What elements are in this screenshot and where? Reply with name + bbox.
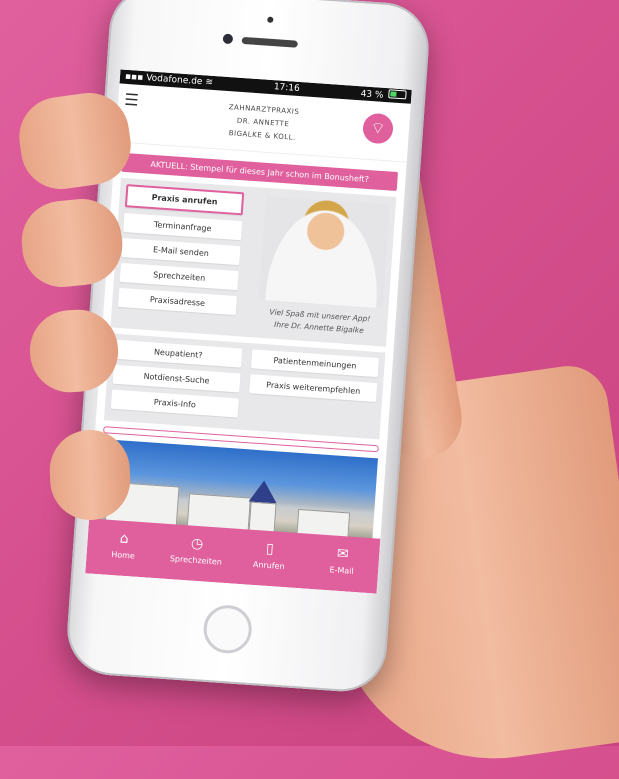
app-screen: ▪▪▪ Vodafone.de ≋ 17:16 43 % ☰ ZAHNARZTP… <box>85 69 412 594</box>
battery-label: 43 % <box>360 89 384 101</box>
mail-icon: ✉ <box>336 545 350 563</box>
wifi-icon: ≋ <box>204 77 214 88</box>
practice-info-button[interactable]: Praxis-Info <box>110 389 239 418</box>
nav-home-label: Home <box>111 550 136 561</box>
phone-device: ▪▪▪ Vodafone.de ≋ 17:16 43 % ☰ ZAHNARZTP… <box>64 0 432 695</box>
front-sensor <box>267 16 274 23</box>
welcome-quote: Viel Spaß mit unserer App! Ihre Dr. Anne… <box>257 306 382 339</box>
front-camera <box>222 33 234 45</box>
new-patient-button[interactable]: Neupatient? <box>114 339 243 368</box>
tower-roof <box>248 479 279 504</box>
battery-icon <box>388 89 407 100</box>
nav-email[interactable]: ✉ E-Mail <box>304 534 381 594</box>
practice-address-button[interactable]: Praxisadresse <box>117 287 237 316</box>
nav-call-label: Anrufen <box>252 559 285 572</box>
patient-reviews-button[interactable]: Patientenmeinungen <box>250 349 379 378</box>
status-time: 17:16 <box>273 82 301 94</box>
send-email-button[interactable]: E-Mail senden <box>121 238 241 266</box>
signal-icon: ▪▪▪ <box>124 71 144 84</box>
earpiece-speaker <box>241 36 298 48</box>
clock-icon: ◷ <box>190 535 204 553</box>
home-icon: ⌂ <box>119 530 130 548</box>
nav-opening-hours[interactable]: ◷ Sprechzeiten <box>158 523 235 583</box>
nav-email-label: E-Mail <box>329 565 354 576</box>
recommend-practice-button[interactable]: Praxis weiterempfehlen <box>249 374 378 403</box>
call-practice-button[interactable]: Praxis anrufen <box>124 184 245 216</box>
finger-4 <box>48 428 132 522</box>
nav-home[interactable]: ⌂ Home <box>85 518 162 578</box>
phone-icon: ▯ <box>265 540 275 558</box>
hardware-home-button[interactable] <box>202 603 254 655</box>
appointment-request-button[interactable]: Terminanfrage <box>123 213 243 241</box>
nav-call[interactable]: ▯ Anrufen <box>231 529 308 589</box>
secondary-actions-panel: Neupatient? Notdienst-Suche Praxis-Info … <box>103 333 386 440</box>
emergency-search-button[interactable]: Notdienst-Suche <box>112 364 241 393</box>
nav-opening-hours-label: Sprechzeiten <box>169 554 223 567</box>
main-actions-panel: Praxis anrufen Terminanfrage E-Mail send… <box>110 177 397 347</box>
doctor-portrait <box>258 195 390 309</box>
opening-hours-button[interactable]: Sprechzeiten <box>119 262 239 291</box>
